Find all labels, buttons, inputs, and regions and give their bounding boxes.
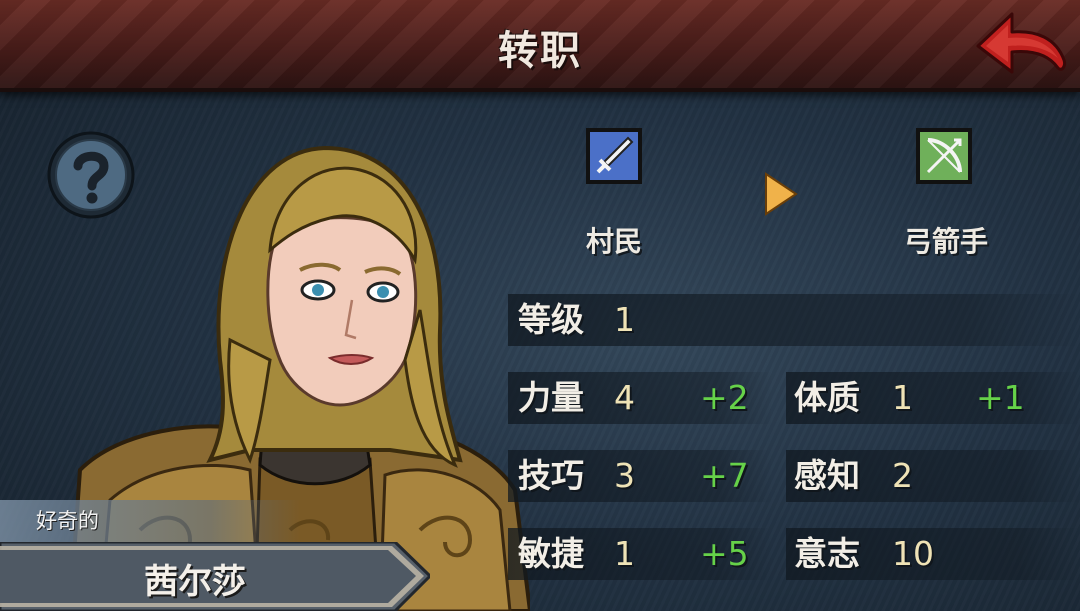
stat-strength-value: 4 [614,378,635,417]
stat-agility-value: 1 [614,534,635,573]
stat-agility-bonus: +5 [700,534,749,573]
stat-strength-bonus: +2 [700,378,749,417]
back-arrow-icon [976,12,1066,74]
to-class-label: 弓箭手 [903,225,988,258]
stat-perception-value: 2 [892,456,913,495]
stat-skill-bonus: +7 [700,456,749,495]
stat-constitution-label: 体质 [794,378,860,417]
stat-will-label: 意志 [794,534,860,573]
from-class-label: 村民 [585,225,642,258]
stat-will-value: 10 [892,534,934,573]
bow-icon [916,128,972,184]
stat-constitution-bonus: +1 [976,378,1025,417]
stat-skill-value: 3 [614,456,635,495]
stat-perception-label: 感知 [794,456,860,495]
stat-agility-label: 敏捷 [518,534,584,573]
level-value: 1 [614,300,635,339]
back-button[interactable] [972,8,1068,80]
level-row [508,294,1080,346]
stat-skill-label: 技巧 [518,456,584,495]
character-trait: 好奇的 [0,500,300,542]
stat-strength-label: 力量 [518,378,584,417]
level-label: 等级 [518,300,584,339]
triangle-right-icon [765,172,798,216]
page-title: 转职 [498,28,582,74]
sword-icon [586,128,642,184]
character-name: 茜尔莎 [144,562,246,602]
stat-constitution-value: 1 [892,378,913,417]
